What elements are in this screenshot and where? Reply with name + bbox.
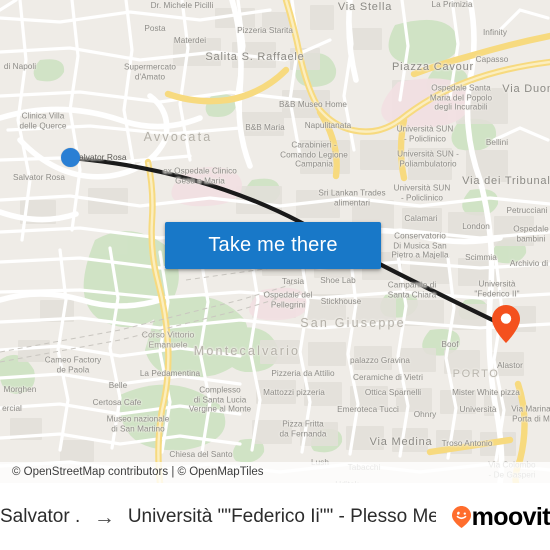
moovit-map-screen: Dr. Michele Picilli Via Stella La Primizia… [0, 0, 550, 550]
attribution-openmaptiles[interactable]: © OpenMapTiles [178, 466, 264, 478]
footer-destination-label: Università ""Federico Ii"" - Plesso Mezz… [127, 506, 436, 527]
route-footer-bar: Salvator ... → Università ""Federico Ii"… [0, 483, 550, 550]
take-me-there-button[interactable]: Take me there [165, 222, 381, 269]
map-canvas[interactable]: Dr. Michele Picilli Via Stella La Primizia… [0, 0, 550, 483]
moovit-wordmark: moovit [471, 502, 550, 531]
origin-marker[interactable] [61, 148, 80, 167]
moovit-pin-icon [451, 506, 471, 528]
attribution-osm[interactable]: © OpenStreetMap contributors [12, 466, 168, 478]
map-attribution: © OpenStreetMap contributors | © OpenMap… [0, 462, 550, 483]
map-pin-icon [492, 305, 520, 343]
footer-origin-label: Salvator ... [0, 506, 81, 527]
destination-marker[interactable] [492, 305, 520, 348]
moovit-logo[interactable]: moovit [451, 502, 550, 531]
attribution-separator: | [168, 466, 178, 478]
arrow-right-icon: → [93, 505, 115, 529]
